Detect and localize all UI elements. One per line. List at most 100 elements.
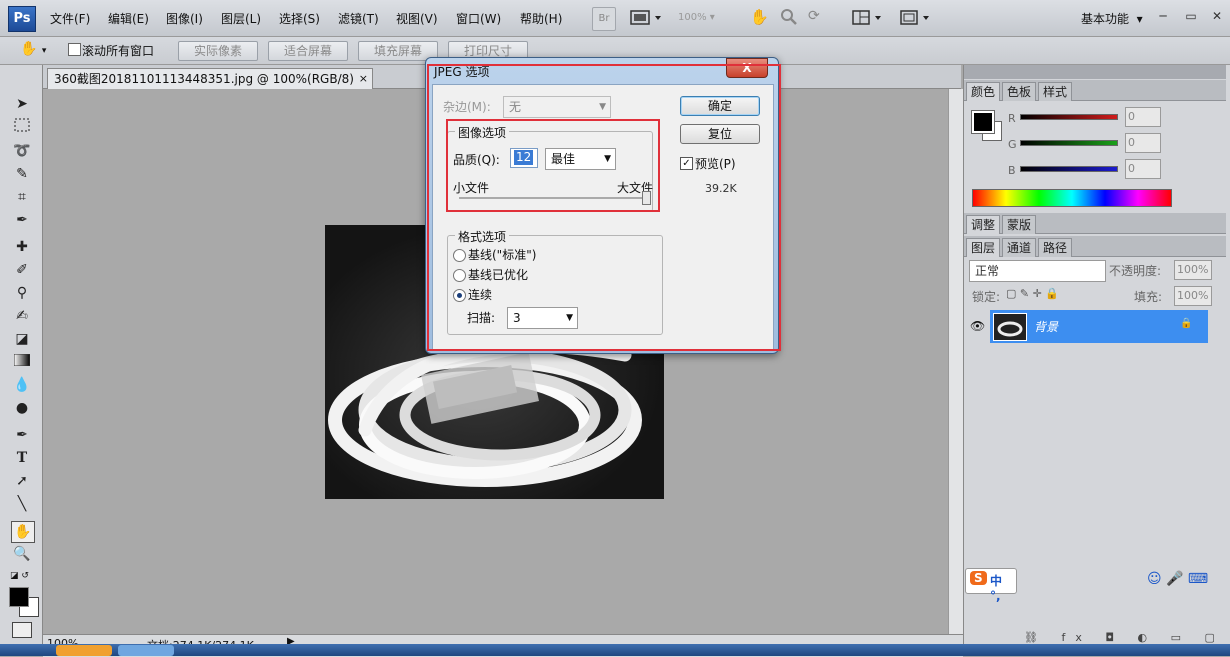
format-option-optimized[interactable]: 基线已优化 (453, 266, 653, 284)
jpeg-options-dialog: JPEG 选项 X 杂边(M): 无 ▼ 确定 复位 ✓ 预览(P) 39.2K … (425, 57, 779, 354)
scan-label: 扫描: (467, 311, 496, 325)
document-close-icon[interactable]: × (359, 69, 368, 89)
zoom-tool-icon[interactable] (780, 8, 798, 26)
tab-adjustments[interactable]: 调整 (966, 215, 1001, 234)
ime-icons[interactable]: ☺ 🎤 ⌨ (1147, 571, 1208, 587)
channel-b-slider[interactable] (1020, 166, 1118, 172)
bridge-button[interactable]: Br (592, 7, 616, 31)
layer-row[interactable]: 👁 背景 🔒 (964, 310, 1226, 344)
healing-brush-tool-icon[interactable]: ✚ (11, 237, 33, 257)
menu-filter[interactable]: 滤镜(T) (338, 10, 379, 27)
type-tool-icon[interactable]: T (11, 448, 33, 468)
document-tab[interactable]: 360截图20181101113448351.jpg @ 100%(RGB/8)… (47, 68, 373, 89)
tab-channels[interactable]: 通道 (1002, 238, 1037, 257)
ime-mode: 中 °, (990, 574, 1003, 603)
lasso-tool-icon[interactable]: ➰ (11, 141, 33, 161)
vertical-scrollbar[interactable] (948, 89, 963, 634)
preview-checkbox[interactable]: ✓ (680, 157, 693, 170)
channel-g-slider[interactable] (1020, 140, 1118, 146)
scan-select[interactable]: 3 ▼ (507, 307, 578, 329)
default-colors-icon[interactable]: ◪ ↺ (10, 571, 29, 581)
rotate-view-icon[interactable]: ⟳ (808, 8, 826, 26)
tab-paths[interactable]: 路径 (1038, 238, 1073, 257)
minimize-icon[interactable]: ─ (1155, 8, 1171, 24)
crop-tool-icon[interactable]: ⌗ (11, 187, 33, 207)
zoom-value: 100% (678, 12, 707, 23)
format-option-baseline[interactable]: 基线("标准") (453, 246, 653, 264)
fill-label: 填充: (1134, 290, 1163, 304)
hand-tool-icon[interactable]: ✋ (750, 8, 769, 26)
history-brush-tool-icon[interactable]: ✍ (11, 306, 33, 326)
marquee-tool-icon[interactable] (11, 118, 33, 138)
zoom-level[interactable]: 100% ▾ (678, 7, 734, 29)
scroll-all-checkbox[interactable] (68, 43, 81, 56)
path-select-tool-icon[interactable]: ➚ (11, 471, 33, 491)
tab-swatches[interactable]: 色板 (1002, 82, 1037, 101)
menu-layer[interactable]: 图层(L) (221, 10, 261, 27)
tool-preset-hand-icon[interactable]: ✋ ▾ (20, 41, 56, 59)
taskbar-app-2[interactable] (118, 645, 174, 656)
pen-tool-icon[interactable]: ✒ (11, 425, 33, 445)
opacity-value[interactable]: 100% (1174, 260, 1212, 280)
quick-mask-icon[interactable] (12, 622, 32, 638)
menu-view[interactable]: 视图(V) (396, 10, 438, 27)
screen-mode-icon[interactable] (630, 9, 664, 27)
eraser-tool-icon[interactable]: ◪ (11, 329, 33, 349)
file-size: 39.2K (705, 182, 737, 195)
arrange-documents-icon[interactable] (852, 9, 886, 27)
channel-b-value[interactable]: 0 (1125, 159, 1161, 179)
channel-r-slider[interactable] (1020, 114, 1118, 120)
channel-r-value[interactable]: 0 (1125, 107, 1161, 127)
channel-g-value[interactable]: 0 (1125, 133, 1161, 153)
format-option-progressive[interactable]: 连续 (453, 286, 653, 304)
workspace-switcher[interactable]: 基本功能 ▾ (1081, 10, 1143, 27)
dodge-tool-icon[interactable]: ● (11, 398, 33, 418)
right-panels: 颜色 色板 样式 R 0 G 0 B 0 调整 蒙版 图层 通道 路径 正常 不… (963, 65, 1230, 657)
close-icon[interactable]: ✕ (1209, 8, 1225, 24)
color-fg-swatch[interactable] (971, 110, 995, 134)
tools-panel: ➤ ➰ ✎ ⌗ ✒ ✚ ✐ ⚲ ✍ ◪ 💧 ● ✒ T ➚ ╲ ✋ 🔍 ◪ ↺ (0, 65, 43, 656)
color-spectrum-bar[interactable] (972, 189, 1172, 207)
menu-help[interactable]: 帮助(H) (520, 10, 562, 27)
layer-visibility-eye-icon[interactable]: 👁 (970, 319, 985, 333)
ok-button[interactable]: 确定 (680, 96, 760, 116)
clone-stamp-tool-icon[interactable]: ⚲ (11, 283, 33, 303)
menu-window[interactable]: 窗口(W) (456, 10, 501, 27)
foreground-color-swatch[interactable] (9, 587, 29, 607)
restore-icon[interactable]: ▭ (1183, 8, 1199, 24)
panel-collapse-bar[interactable] (964, 65, 1226, 79)
tab-color[interactable]: 颜色 (966, 82, 1001, 101)
menu-edit[interactable]: 编辑(E) (108, 10, 149, 27)
scroll-all-label: 滚动所有窗口 (82, 44, 155, 58)
line-tool-icon[interactable]: ╲ (11, 494, 33, 514)
tab-styles[interactable]: 样式 (1038, 82, 1073, 101)
fill-value[interactable]: 100% (1174, 286, 1212, 306)
gradient-tool-icon[interactable] (11, 352, 33, 372)
menu-file[interactable]: 文件(F) (50, 10, 90, 27)
format-radio-0[interactable] (453, 249, 466, 262)
zoom-tool-panel-icon[interactable]: 🔍 (11, 544, 33, 564)
quick-select-tool-icon[interactable]: ✎ (11, 164, 33, 184)
lock-options-icon[interactable]: ▢ ✎ ✛ 🔒 (1006, 287, 1059, 300)
eyedropper-tool-icon[interactable]: ✒ (11, 210, 33, 230)
blend-mode-select[interactable]: 正常 (969, 260, 1106, 282)
hand-tool-active-icon[interactable]: ✋ (11, 521, 35, 543)
actual-pixels-button[interactable]: 实际像素 (178, 41, 258, 61)
ime-toolbar[interactable]: S 中 °, (965, 568, 1017, 603)
reset-button[interactable]: 复位 (680, 124, 760, 144)
matte-select[interactable]: 无 ▼ (503, 96, 611, 118)
layer-name[interactable]: 背景 (1034, 318, 1058, 335)
fit-screen-button[interactable]: 适合屏幕 (268, 41, 348, 61)
brush-tool-icon[interactable]: ✐ (11, 260, 33, 280)
tab-layers[interactable]: 图层 (966, 238, 1001, 257)
move-tool-icon[interactable]: ➤ (11, 94, 33, 114)
blur-tool-icon[interactable]: 💧 (11, 375, 33, 395)
screen-mode-toggle-icon[interactable] (900, 9, 934, 27)
format-radio-2[interactable] (453, 289, 466, 302)
format-radio-1[interactable] (453, 269, 466, 282)
menu-select[interactable]: 选择(S) (279, 10, 320, 27)
dialog-close-button[interactable]: X (726, 58, 768, 78)
tab-masks[interactable]: 蒙版 (1002, 215, 1037, 234)
taskbar-app-1[interactable] (56, 645, 112, 656)
menu-image[interactable]: 图像(I) (166, 10, 203, 27)
